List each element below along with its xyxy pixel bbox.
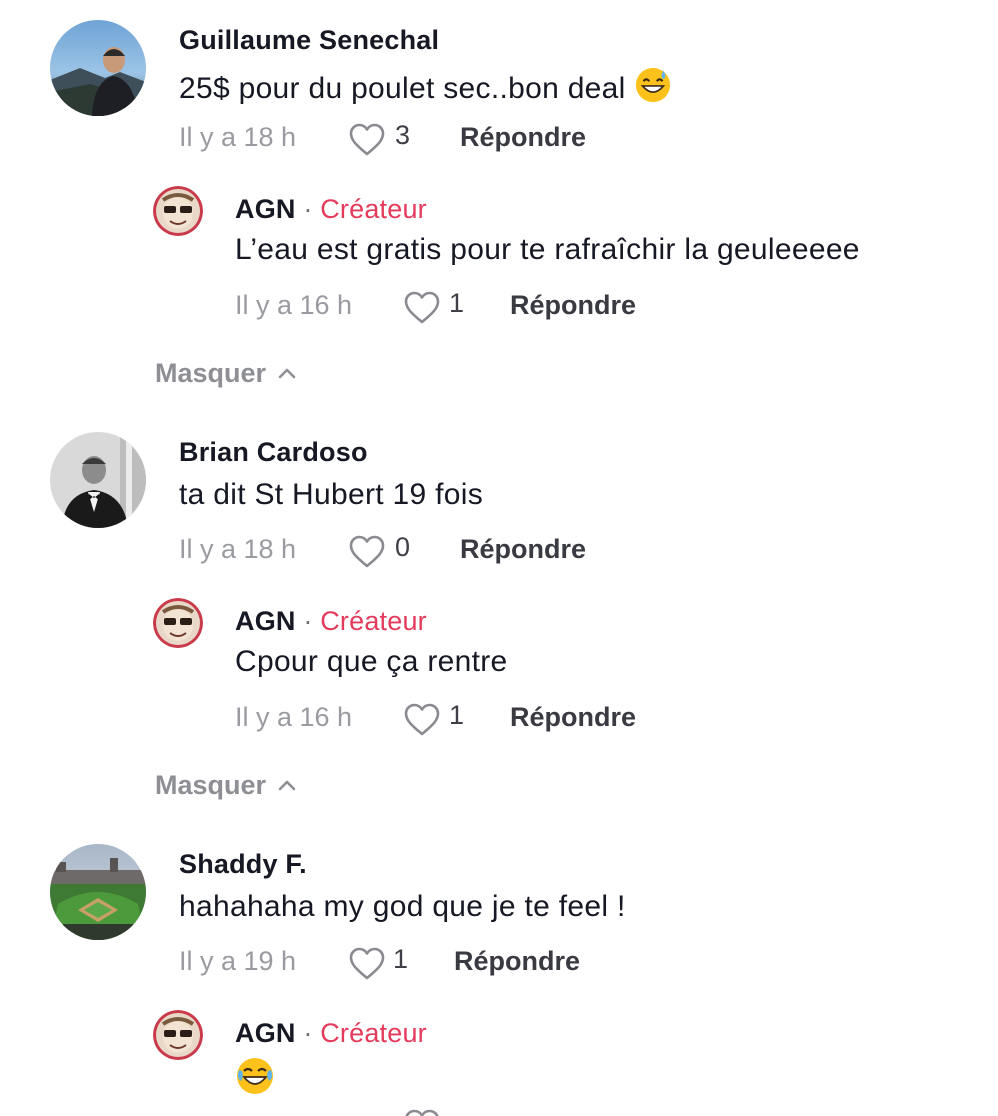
avatar[interactable] (50, 20, 146, 116)
reply-text: L’eau est gratis pour te rafraîchir la g… (235, 233, 860, 266)
comment-text: hahahaha my god que je te feel ! (179, 890, 626, 923)
avatar[interactable] (50, 844, 146, 940)
reply-button[interactable]: Répondre (510, 702, 636, 733)
creator-badge: Créateur (320, 606, 427, 636)
comment-text: ta dit St Hubert 19 fois (179, 478, 484, 511)
separator-dot: · (303, 606, 313, 636)
reply-author-name[interactable]: AGN (235, 606, 296, 636)
separator-dot: · (303, 1018, 313, 1048)
reply-button[interactable]: Répondre (510, 290, 636, 321)
hide-replies-label: Masquer (155, 358, 267, 388)
comment-time: Il y a 19 h (179, 946, 297, 976)
comment-author[interactable]: Shaddy F. (179, 849, 307, 880)
separator-dot: · (303, 194, 313, 224)
reply-meta: Il y a 16 h 1 Répondre (235, 288, 935, 330)
comment-meta: Il y a 18 h 3 Répondre (179, 120, 879, 162)
reply-time: Il y a 16 h (235, 702, 353, 732)
comment-text: 25$ pour du poulet sec..bon deal (179, 66, 672, 106)
like-count: 1 (393, 944, 409, 974)
like-count: 1 (449, 288, 465, 318)
heart-icon[interactable] (348, 122, 386, 158)
reply-button[interactable]: Répondre (460, 122, 586, 153)
reply-author-name[interactable]: AGN (235, 194, 296, 224)
reply-author: AGN · Créateur (235, 606, 427, 637)
heart-icon[interactable] (348, 534, 386, 570)
heart-icon[interactable] (403, 1108, 441, 1116)
comment-time: Il y a 18 h (179, 122, 297, 152)
reply-time: Il y a 16 h (235, 290, 353, 320)
grinning-sweat-emoji-icon (634, 66, 672, 104)
reply-text: Cpour que ça rentre (235, 645, 508, 678)
comment-text-content: 25$ pour du poulet sec..bon deal (179, 72, 626, 105)
like-count: 1 (449, 700, 465, 730)
comment-time: Il y a 18 h (179, 534, 297, 564)
heart-icon[interactable] (348, 946, 386, 982)
like-count: 3 (395, 120, 411, 150)
comment-author[interactable]: Guillaume Senechal (179, 25, 439, 56)
comment-author[interactable]: Brian Cardoso (179, 437, 368, 468)
reply-meta: Il y a 16 h 1 Répondre (235, 700, 935, 742)
reply-author: AGN · Créateur (235, 1018, 427, 1049)
face-with-tears-of-joy-emoji-icon (235, 1056, 275, 1096)
chevron-up-icon (276, 774, 298, 796)
hide-replies-button[interactable]: Masquer (155, 770, 298, 801)
creator-badge: Créateur (320, 1018, 427, 1048)
heart-icon[interactable] (403, 702, 441, 738)
reply-author: AGN · Créateur (235, 194, 427, 225)
creator-avatar[interactable] (153, 1010, 203, 1060)
avatar[interactable] (50, 432, 146, 528)
chevron-up-icon (276, 362, 298, 384)
creator-avatar[interactable] (153, 186, 203, 236)
reply-author-name[interactable]: AGN (235, 1018, 296, 1048)
like-count: 0 (395, 532, 411, 562)
hide-replies-button[interactable]: Masquer (155, 358, 298, 389)
reply-button[interactable]: Répondre (454, 946, 580, 977)
heart-icon[interactable] (403, 290, 441, 326)
creator-avatar[interactable] (153, 598, 203, 648)
reply-button[interactable]: Répondre (460, 534, 586, 565)
creator-badge: Créateur (320, 194, 427, 224)
comments-list: Guillaume Senechal 25$ pour du poulet se… (0, 0, 998, 1116)
comment-meta: Il y a 19 h 1 Répondre (179, 944, 879, 986)
hide-replies-label: Masquer (155, 770, 267, 800)
comment-meta: Il y a 18 h 0 Répondre (179, 532, 879, 574)
